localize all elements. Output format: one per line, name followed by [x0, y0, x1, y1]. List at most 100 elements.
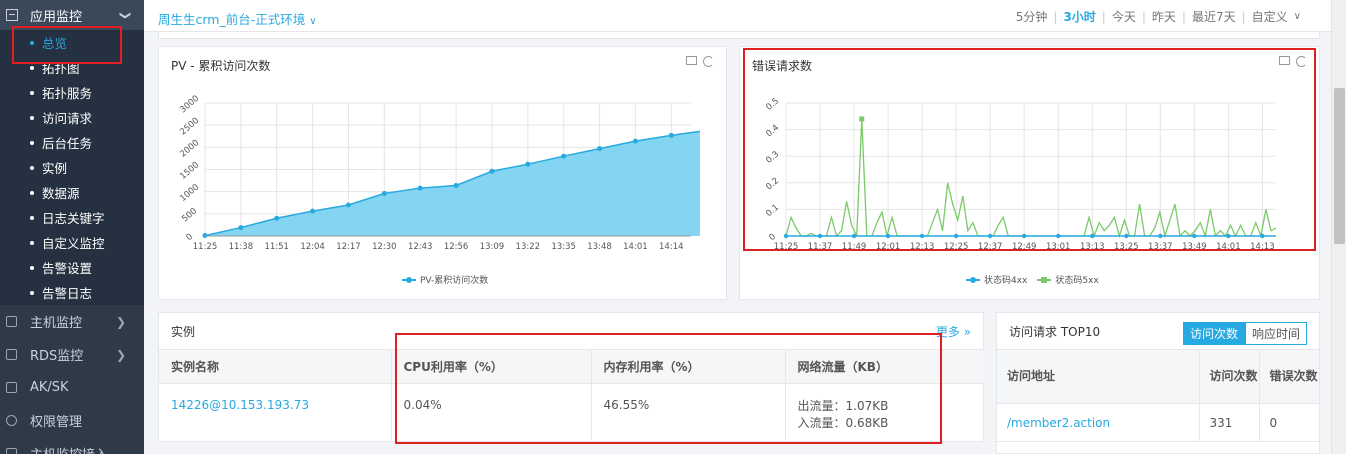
x-tick-label: 13:35	[551, 242, 576, 252]
sidebar-section-label: 应用监控	[30, 9, 83, 25]
sidebar-item-label: 实例	[42, 161, 68, 176]
instances-title: 实例	[171, 325, 196, 339]
sidebar-item-instances[interactable]: 实例	[0, 155, 144, 180]
errors-value: 0	[1259, 403, 1319, 442]
sidebar-item-custom-monitor[interactable]: 自定义监控	[0, 230, 144, 255]
environment-label: 周生生crm_前台-正式环境	[158, 12, 306, 27]
legend-marker	[402, 276, 416, 283]
y-tick-label: 1000	[178, 182, 201, 204]
environment-selector[interactable]: 周生生crm_前台-正式环境 ∨	[158, 9, 317, 28]
x-tick-label: 12:30	[372, 242, 397, 252]
range-today[interactable]: 今天	[1106, 8, 1142, 25]
bullet-icon	[30, 115, 34, 120]
sidebar-item-label: AK/SK	[30, 380, 69, 395]
y-tick-label: 2500	[178, 116, 201, 138]
highlight-box-overview	[12, 26, 122, 64]
top10-title: 访问请求 TOP10	[1009, 325, 1101, 339]
top10-panel: 访问请求 TOP10 访问次数 响应时间 访问地址 访问次数 错误次数 /mem…	[996, 312, 1320, 454]
chevron-down-icon: ∨	[309, 16, 317, 27]
legend-label-5xx: 状态码5xx	[1055, 276, 1099, 286]
sidebar-item-label: 拓扑服务	[42, 86, 93, 101]
col-url: 访问地址	[997, 349, 1200, 404]
legend-label-pv: PV-累积访问次数	[420, 276, 489, 286]
time-range-selector: 5分钟 | 3小时 | 今天 | 昨天 | 最近7天 | 自定义 ∨	[1010, 8, 1301, 25]
x-tick-label: 11:38	[229, 242, 254, 252]
sidebar-item-label: 数据源	[42, 186, 80, 201]
pv-point	[345, 202, 351, 208]
bullet-icon	[30, 265, 34, 270]
bullet-icon	[30, 65, 34, 70]
range-custom[interactable]: 自定义	[1246, 8, 1294, 25]
error-legend: 状态码4xx 状态码5xx	[966, 273, 1099, 286]
vertical-scrollbar[interactable]	[1331, 0, 1346, 454]
range-3h[interactable]: 3小时	[1057, 8, 1101, 25]
bullet-icon	[30, 215, 34, 220]
x-tick-label: 14:01	[623, 242, 648, 252]
previous-panel-bottom	[158, 32, 1320, 39]
list-icon	[6, 9, 18, 21]
top10-table: 访问地址 访问次数 错误次数 /member2.action 331 0	[997, 349, 1319, 442]
sidebar-item-host-monitor[interactable]: 主机监控 ❯	[0, 305, 144, 338]
pv-point	[489, 168, 495, 174]
instance-link[interactable]: 14226@10.153.193.73	[159, 383, 392, 442]
tab-visit-count[interactable]: 访问次数	[1182, 322, 1245, 345]
count-value: 331	[1199, 403, 1260, 442]
sidebar-item-topology-services[interactable]: 拓扑服务	[0, 80, 144, 105]
bullet-icon	[30, 165, 34, 170]
col-count: 访问次数	[1199, 349, 1260, 404]
sidebar-item-label: RDS监控	[30, 349, 84, 364]
range-5min[interactable]: 5分钟	[1010, 8, 1054, 25]
pv-point	[632, 138, 638, 144]
gear-icon	[6, 415, 17, 426]
table-row: /member2.action 331 0	[997, 403, 1319, 442]
x-tick-label: 12:56	[444, 242, 469, 252]
sidebar-item-ak-sk[interactable]: AK/SK	[0, 371, 144, 404]
bullet-icon	[30, 290, 34, 295]
x-tick-label: 13:48	[587, 242, 612, 252]
y-tick-label: 1500	[178, 160, 201, 182]
legend-marker	[1037, 276, 1052, 283]
sidebar-item-label: 后台任务	[42, 136, 93, 151]
y-tick-label: 3000	[178, 94, 201, 116]
top-bar: 周生生crm_前台-正式环境 ∨ 5分钟 | 3小时 | 今天 | 昨天 | 最近7天 |…	[144, 0, 1331, 32]
highlight-box-errors	[743, 48, 1316, 251]
sidebar-item-alert-settings[interactable]: 告警设置	[0, 255, 144, 280]
x-tick-label: 11:25	[193, 242, 218, 252]
sidebar-item-host-access[interactable]: 主机监控接入	[0, 437, 144, 454]
pv-panel: PV - 累积访问次数 0 500 1000 1500 2000 2500 3000 11:2…	[158, 46, 727, 300]
sidebar-item-alert-log[interactable]: 告警日志	[0, 280, 144, 305]
sidebar-item-label: 主机监控接入	[30, 444, 108, 454]
sidebar-item-label: 自定义监控	[42, 236, 105, 251]
scrollbar-thumb[interactable]	[1334, 88, 1345, 244]
range-7days[interactable]: 最近7天	[1186, 8, 1242, 25]
sidebar: 应用监控 ❯ 总览 拓扑图 拓扑服务 访问请求 后台任务 实例 数据源 日志关键…	[0, 0, 144, 454]
pv-point	[274, 215, 280, 221]
sidebar-item-label: 日志关键字	[42, 211, 105, 226]
sidebar-item-datasources[interactable]: 数据源	[0, 180, 144, 205]
pv-chart: 05001000150020002500300011:25 11:38 11:51 1…	[178, 94, 701, 252]
y-tick-label: 500	[180, 206, 199, 224]
sidebar-item-permissions[interactable]: 权限管理	[0, 404, 144, 437]
key-list-icon	[6, 382, 17, 393]
sidebar-item-label: 主机监控	[30, 316, 83, 331]
chevron-right-icon: ❯	[115, 314, 126, 329]
range-yesterday[interactable]: 昨天	[1146, 8, 1182, 25]
database-icon	[6, 316, 17, 327]
chevron-right-icon: ❯	[118, 10, 132, 20]
table-header-row: 访问地址 访问次数 错误次数	[997, 349, 1319, 404]
sidebar-item-label: 告警日志	[42, 286, 93, 301]
url-link[interactable]: /member2.action	[997, 403, 1200, 442]
sidebar-item-log-keywords[interactable]: 日志关键字	[0, 205, 144, 230]
x-tick-label: 11:51	[264, 242, 289, 252]
sidebar-item-requests[interactable]: 访问请求	[0, 105, 144, 130]
tab-response-time[interactable]: 响应时间	[1244, 322, 1307, 345]
plug-icon	[6, 448, 17, 454]
x-tick-label: 13:22	[516, 242, 541, 252]
legend-label-4xx: 状态码4xx	[984, 276, 1028, 286]
sidebar-item-rds-monitor[interactable]: RDS监控 ❯	[0, 338, 144, 371]
sidebar-item-background-tasks[interactable]: 后台任务	[0, 130, 144, 155]
pv-legend: PV-累积访问次数	[402, 273, 488, 286]
pv-point	[238, 225, 244, 231]
sidebar-item-label: 权限管理	[30, 415, 83, 430]
bullet-icon	[30, 90, 34, 95]
